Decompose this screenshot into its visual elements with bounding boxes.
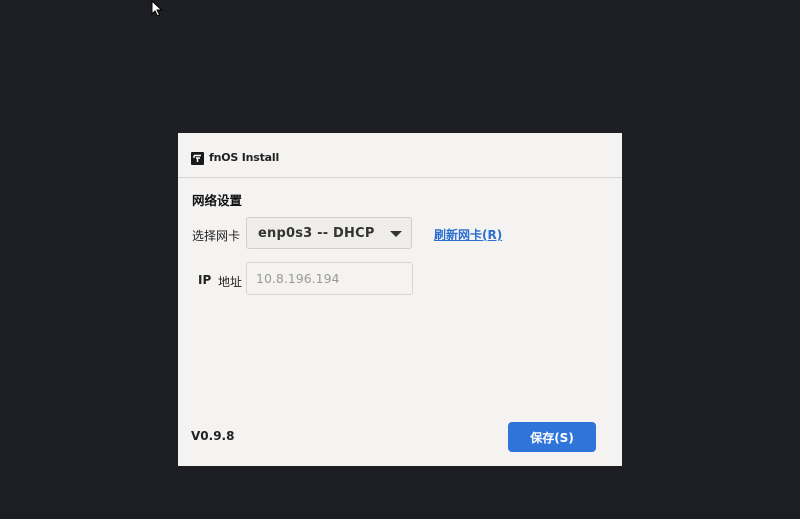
ip-address-input[interactable]: [246, 262, 413, 295]
chevron-down-icon: [390, 231, 402, 237]
version-label: V0.9.8: [191, 429, 235, 443]
install-dialog: fnOS Install 网络设置 选择网卡 enp0s3 -- DHCP 刷新…: [178, 133, 622, 466]
refresh-nic-link[interactable]: 刷新网卡(R): [434, 226, 502, 243]
save-button[interactable]: 保存(S): [508, 422, 596, 452]
window-title: fnOS Install: [209, 151, 280, 164]
nic-label: 选择网卡: [192, 229, 241, 243]
nic-select-value: enp0s3 -- DHCP: [258, 226, 375, 241]
mouse-cursor-icon: [151, 0, 163, 17]
ip-label: IP: [198, 273, 212, 287]
ip-label-zh: 地址: [218, 275, 243, 289]
nic-select[interactable]: enp0s3 -- DHCP: [246, 217, 412, 249]
title-bar: fnOS Install: [178, 133, 622, 178]
fnos-logo-icon: [191, 152, 204, 165]
section-title-network: 网络设置: [192, 193, 243, 208]
